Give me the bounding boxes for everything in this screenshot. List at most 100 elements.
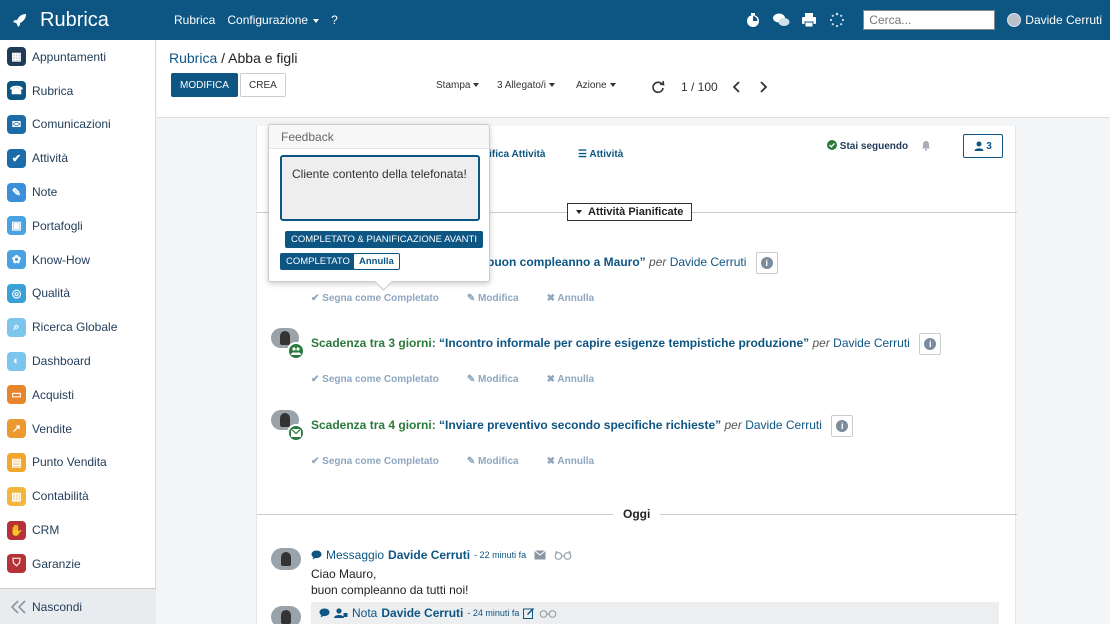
sidebar-item-garanzie[interactable]: ⛉ Garanzie (0, 547, 155, 581)
menu-configurazione[interactable]: Configurazione (227, 13, 320, 27)
sidebar-item-label: CRM (32, 523, 60, 538)
activity-user[interactable]: Davide Cerruti (670, 255, 747, 269)
sidebar-item-know-how[interactable]: ✿ Know-How (0, 243, 155, 277)
attachments-label: 3 Allegato/i (497, 80, 546, 91)
sidebar-item-dashboard[interactable]: ◐ Dashboard (0, 344, 155, 378)
message-author[interactable]: Davide Cerruti (381, 606, 463, 620)
pager: 1 / 100 (651, 80, 768, 94)
sidebar-item-qualità[interactable]: ◎ Qualità (0, 277, 155, 311)
sidebar-item-comunicazioni[interactable]: ✉ Comunicazioni (0, 108, 155, 142)
sidebar-item-vendite[interactable]: ↗ Vendite (0, 412, 155, 446)
breadcrumb-parent[interactable]: Rubrica (169, 50, 217, 66)
sidebar-item-label: Garanzie (32, 556, 81, 571)
mark-done-button[interactable]: ✔ Segna come Completato (311, 374, 439, 385)
cancel-button[interactable]: Annulla (353, 253, 400, 270)
glasses-icon[interactable] (554, 550, 572, 560)
accounting-icon: ▥ (7, 486, 26, 506)
activity-user[interactable]: Davide Cerruti (745, 418, 822, 432)
sidebar-item-label: Vendite (32, 421, 73, 436)
info-icon: i (924, 338, 937, 350)
edit-activity-button[interactable]: ✎ Modifica (467, 374, 519, 385)
navbar-right: Davide Cerruti (739, 0, 1110, 40)
sidebar-item-ricerca-globale[interactable]: ⌕ Ricerca Globale (0, 310, 155, 344)
cancel-activity-label: Annulla (557, 456, 595, 467)
breadcrumb-current: Abba e figli (228, 50, 298, 66)
chat-icon[interactable] (772, 11, 790, 29)
edit-icon: ✎ (466, 456, 479, 467)
bell-icon[interactable] (921, 140, 931, 154)
chevron-down-icon (548, 83, 555, 88)
feedback-textarea[interactable]: Cliente contento della telefonata! (280, 155, 480, 221)
chevron-down-icon (313, 18, 320, 23)
chevron-left-icon[interactable] (732, 81, 742, 93)
activity-actions: ✔ Segna come Completato ✎ Modifica ✖ Ann… (311, 456, 594, 467)
planned-activities-toggle[interactable]: Attività Pianificate (567, 203, 693, 221)
info-button[interactable]: i (755, 252, 778, 274)
following-status[interactable]: Stai seguendo (827, 140, 908, 152)
sidebar-item-label: Dashboard (32, 354, 91, 369)
message-header: Nota Davide Cerruti - 24 minuti fa (319, 606, 557, 620)
popover-title: Feedback (269, 125, 489, 149)
edit-activity-button[interactable]: ✎ Modifica (467, 293, 519, 304)
action-dropdown[interactable]: Azione (576, 80, 616, 91)
sidebar-item-rubrica[interactable]: ☎ Rubrica (0, 74, 155, 108)
info-button[interactable]: i (919, 333, 942, 355)
activity-by: per (724, 418, 742, 433)
sidebar-item-label: Portafogli (32, 218, 83, 233)
sidebar-item-note[interactable]: ✎ Note (0, 175, 155, 209)
sidebar-item-appuntamenti[interactable]: ▦ Appuntamenti (0, 40, 155, 74)
sidebar-item-label: Qualità (32, 286, 71, 301)
sidebar-item-portafogli[interactable]: ▣ Portafogli (0, 209, 155, 243)
activity-line: buon compleanno a Mauro” per Davide Cerr… (487, 252, 778, 274)
followers-button[interactable]: 3 (963, 134, 1003, 158)
info-button[interactable]: i (831, 415, 854, 437)
activity-user[interactable]: Davide Cerruti (833, 336, 910, 350)
plan-activity-button[interactable]: nifica Attività (483, 149, 545, 160)
activity-item: Scadenza tra 4 giorni: “Inviare preventi… (271, 410, 1011, 470)
complete-and-plan-button[interactable]: COMPLETATO & PIANIFICAZIONE AVANTI (285, 231, 483, 248)
edit-button[interactable]: MODIFICA (171, 73, 238, 97)
lock-icon: ▣ (7, 216, 26, 236)
feedback-popover: Feedback Cliente contento della telefona… (268, 124, 490, 282)
sidebar-item-attività[interactable]: ✔ Attività (0, 141, 155, 175)
cancel-activity-button[interactable]: ✖ Annulla (547, 374, 594, 385)
print-icon[interactable] (800, 11, 818, 29)
user-menu[interactable]: Davide Cerruti (1007, 13, 1102, 27)
print-dropdown[interactable]: Stampa (436, 80, 480, 91)
activity-actions: ✔ Segna come Completato ✎ Modifica ✖ Ann… (311, 374, 594, 385)
cancel-activity-button[interactable]: ✖ Annulla (547, 456, 594, 467)
app-title: Rubrica (40, 8, 109, 31)
top-menu: Rubrica Configurazione ? (174, 13, 338, 27)
sidebar-item-label: Ricerca Globale (32, 320, 118, 335)
edit-activity-button[interactable]: ✎ Modifica (467, 456, 519, 467)
comment-icon (311, 550, 322, 560)
envelope-icon[interactable] (534, 550, 546, 560)
sidebar-item-acquisti[interactable]: ▭ Acquisti (0, 378, 155, 412)
x-circle-icon: ✖ (546, 293, 558, 304)
timer-icon[interactable] (744, 11, 762, 29)
sidebar-item-contabilità[interactable]: ▥ Contabilità (0, 479, 155, 513)
menu-rubrica[interactable]: Rubrica (174, 13, 215, 27)
brand[interactable]: Rubrica (0, 9, 160, 32)
mark-done-button[interactable]: ✔ Segna come Completato (311, 293, 439, 304)
mark-done-button[interactable]: ✔ Segna come Completato (311, 456, 439, 467)
sidebar-item-punto-vendita[interactable]: ▤ Punto Vendita (0, 446, 155, 480)
cancel-activity-button[interactable]: ✖ Annulla (547, 293, 594, 304)
edit-activity-label: Modifica (478, 374, 519, 385)
activities-button[interactable]: ☰ Attività (578, 149, 623, 160)
sidebar-collapse-button[interactable]: Nascondi (0, 588, 156, 624)
edit-icon[interactable] (523, 607, 535, 619)
attachments-dropdown[interactable]: 3 Allegato/i (497, 80, 555, 91)
sidebar-item-crm[interactable]: ✋ CRM (0, 513, 155, 547)
menu-help[interactable]: ? (331, 13, 338, 27)
refresh-icon[interactable] (651, 80, 665, 94)
user-icon (974, 141, 984, 151)
search-input[interactable] (863, 10, 996, 30)
complete-button[interactable]: COMPLETATO (280, 253, 356, 270)
chevron-right-icon[interactable] (758, 81, 768, 93)
handshake-icon: ✋ (7, 520, 26, 540)
message-author[interactable]: Davide Cerruti (388, 548, 470, 562)
glasses-icon[interactable] (539, 608, 557, 618)
create-button[interactable]: CREA (240, 73, 286, 97)
activity-actions: ✔ Segna come Completato ✎ Modifica ✖ Ann… (311, 293, 594, 304)
